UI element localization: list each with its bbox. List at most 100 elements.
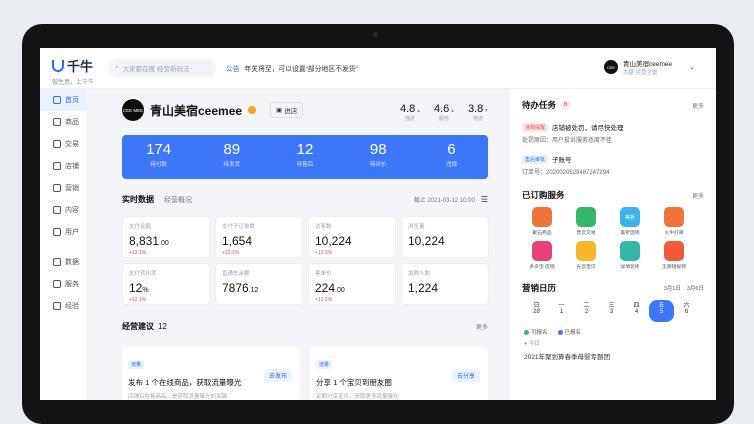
suggestion-tag: 流量 bbox=[316, 360, 333, 369]
sidebar-item-marketing[interactable]: 营销 bbox=[40, 177, 86, 199]
metric-card[interactable]: 直通车余额 7876.12 bbox=[215, 263, 303, 305]
publish-button[interactable]: 去发布 bbox=[263, 369, 292, 382]
sidebar-item-service[interactable]: 服务 bbox=[40, 273, 86, 295]
brand-logo[interactable]: 千牛 做生意，上千牛 bbox=[52, 56, 94, 86]
shop-header: CEE MEE 青山美宿ceemee ▣ 进店 bbox=[122, 99, 304, 121]
service-item[interactable]: 多多宝 促销 bbox=[522, 241, 562, 270]
metric-card[interactable]: 访客数 10,224 +12.1% bbox=[308, 216, 396, 258]
service-item[interactable]: 王牌短视频 bbox=[654, 241, 694, 270]
update-time: 截止 2021-03-12 10:00 bbox=[413, 198, 475, 204]
service-item[interactable]: 美折 美折促销 bbox=[610, 207, 650, 236]
service-item[interactable]: 光云宝贝 bbox=[566, 241, 606, 270]
rating-value: 3.8 bbox=[467, 103, 484, 115]
calendar-day[interactable]: 二2 bbox=[574, 300, 599, 322]
store-icon bbox=[53, 162, 61, 170]
metric-decimals: .12 bbox=[248, 287, 259, 294]
calendar-event[interactable]: 2021年聚划算春季母婴专题团 bbox=[524, 351, 716, 361]
calendar-day[interactable]: 三3 bbox=[599, 300, 624, 322]
metric-label: 支付子订单数 bbox=[222, 224, 256, 230]
sidebar-item-users[interactable]: 用户 bbox=[40, 221, 86, 243]
banner-item-pending-review[interactable]: 98 待评价 bbox=[342, 135, 415, 179]
suggestions-more-link[interactable]: 更多 bbox=[476, 322, 488, 331]
avatar: CEE bbox=[604, 60, 618, 74]
service-icon bbox=[53, 280, 61, 288]
sidebar-item-store[interactable]: 店铺 bbox=[40, 155, 86, 177]
calendar-week: 日 28 一1 二2 三3 四4 五5 六6 bbox=[524, 300, 716, 322]
metric-value: 8,831 bbox=[129, 234, 160, 248]
services-grid: 聚石商品 普云交易 美折 美折促销 火牛打单 多多宝 促销 光云宝贝 详情装修 王… bbox=[522, 207, 716, 270]
metric-change: +12.1% bbox=[315, 297, 333, 303]
today-label: ● 今日 bbox=[524, 341, 540, 347]
notice-text: 年关将至，可以设置“部分地区不发货” bbox=[244, 66, 358, 73]
sidebar-item-label: 营销 bbox=[65, 185, 79, 192]
metric-label: 访客数 bbox=[315, 224, 332, 230]
banner-item-violations[interactable]: 6 违规 bbox=[415, 135, 488, 179]
banner-item-pending-shipment[interactable]: 89 待发货 bbox=[195, 135, 268, 179]
sidebar-item-trade[interactable]: 交易 bbox=[40, 133, 86, 155]
metric-change: +12.1% bbox=[129, 250, 147, 256]
notice-bar[interactable]: 公告 年关将至，可以设置“部分地区不发货” bbox=[226, 63, 358, 73]
arrow-down-icon: ▾ bbox=[483, 108, 488, 114]
metric-card[interactable]: 加购人数 1,224 bbox=[401, 263, 489, 305]
calendar-day[interactable]: 一1 bbox=[549, 300, 574, 322]
service-label: 美折促销 bbox=[620, 231, 640, 236]
metric-label: 浏览量 bbox=[408, 224, 425, 230]
service-item[interactable]: 普云交易 bbox=[566, 207, 606, 236]
service-item[interactable]: 聚石商品 bbox=[522, 207, 562, 236]
metric-card[interactable]: 支付金额 8,831.00 +12.1% bbox=[122, 216, 210, 258]
user-menu[interactable]: CEE 青山美宿ceemee 大盘 运营主管 ⌄ bbox=[604, 58, 695, 76]
enter-store-button[interactable]: ▣ 进店 bbox=[270, 102, 304, 118]
sidebar-item-content[interactable]: 内容 bbox=[40, 199, 86, 221]
metric-card[interactable]: 支付转化率 12% +12.1% bbox=[122, 263, 210, 305]
top-bar: 千牛 做生意，上千牛 ⌕ 大家都在搜 经营新玩法 公告 年关将至，可以设置“部分… bbox=[40, 48, 716, 89]
calendar-day[interactable]: 四4 bbox=[624, 300, 649, 322]
task-tag: 违规提醒 bbox=[522, 122, 549, 132]
metric-label: 支付金额 bbox=[129, 224, 152, 230]
tab-overview[interactable]: 经营概况 bbox=[164, 195, 192, 205]
calendar-day-selected[interactable]: 五5 bbox=[649, 300, 674, 322]
service-label: 普云交易 bbox=[576, 231, 596, 236]
banner-value: 12 bbox=[296, 141, 314, 158]
banner-label: 违规 bbox=[445, 162, 457, 168]
service-item[interactable]: 火牛打单 bbox=[654, 207, 694, 236]
calendar-day[interactable]: 六6 bbox=[674, 300, 699, 322]
calendar-day[interactable]: 日 28 bbox=[524, 300, 549, 322]
service-item[interactable]: 详情装修 bbox=[610, 241, 650, 270]
search-placeholder: 大家都在搜 经营新玩法 bbox=[122, 66, 190, 73]
search-icon: ⌕ bbox=[115, 64, 119, 71]
tab-realtime[interactable]: 实时数据 bbox=[122, 194, 154, 205]
task-item[interactable]: 售后审批 子账号 订单号：2020020529487247294 bbox=[522, 149, 704, 181]
right-panel: 待办任务 6 更多 违规提醒 店铺被处罚，请尽快处理 处罚原因：用户投诉服务态度不… bbox=[510, 89, 716, 400]
metric-card[interactable]: 浏览量 10,224 bbox=[401, 216, 489, 258]
date-label: 2 bbox=[584, 309, 589, 315]
search-input[interactable]: ⌕ 大家都在搜 经营新玩法 bbox=[108, 59, 216, 77]
main-content: CEE MEE 青山美宿ceemee ▣ 进店 4.8 ▴ 描述 4.6 ▴ 服务… bbox=[94, 89, 502, 400]
brand-name: 千牛 bbox=[67, 59, 94, 74]
rating-service: 4.6 ▴ 服务 bbox=[434, 103, 454, 122]
calendar-range[interactable]: 3月1日 3月6日 bbox=[664, 284, 704, 292]
services-more-link[interactable]: 更多 bbox=[692, 191, 704, 200]
metric-card[interactable]: 客单价 224.00 +12.1% bbox=[308, 263, 396, 305]
banner-item-pending-payment[interactable]: 174 待付款 bbox=[122, 135, 195, 179]
service-label: 聚石商品 bbox=[532, 231, 552, 236]
sidebar-item-products[interactable]: 商品 bbox=[40, 111, 86, 133]
sidebar-item-home[interactable]: 首页 bbox=[40, 89, 86, 111]
sidebar-item-data[interactable]: 数据 bbox=[40, 251, 86, 273]
sidebar-item-experience[interactable]: 经验 bbox=[40, 295, 86, 317]
arrow-up-icon: ▴ bbox=[415, 108, 420, 114]
metric-card[interactable]: 支付子订单数 1,654 +12.1% bbox=[215, 216, 303, 258]
rating-description: 4.8 ▴ 描述 bbox=[400, 103, 420, 122]
metric-value: 12 bbox=[129, 281, 143, 295]
chevron-down-icon[interactable]: ⌄ bbox=[689, 63, 695, 71]
task-item[interactable]: 违规提醒 店铺被处罚，请尽快处理 处罚原因：用户投诉服务态度不佳 bbox=[522, 117, 704, 149]
suggestion-card: 流量 分享 1 个宝贝到朋友圈 定期分享宝贝，获取更多流量曝光 去分享 bbox=[310, 347, 488, 400]
date-label: 6 bbox=[684, 309, 689, 315]
banner-item-after-sales[interactable]: 12 待售后 bbox=[268, 135, 341, 179]
metric-decimals: % bbox=[142, 287, 149, 294]
metric-label: 直通车余额 bbox=[222, 271, 250, 277]
settings-icon[interactable]: ☰ bbox=[481, 195, 488, 204]
tasks-header: 待办任务 6 更多 bbox=[510, 99, 716, 111]
metric-value: 7876 bbox=[222, 281, 249, 295]
tasks-more-link[interactable]: 更多 bbox=[692, 101, 704, 110]
share-button[interactable]: 去分享 bbox=[451, 369, 480, 382]
